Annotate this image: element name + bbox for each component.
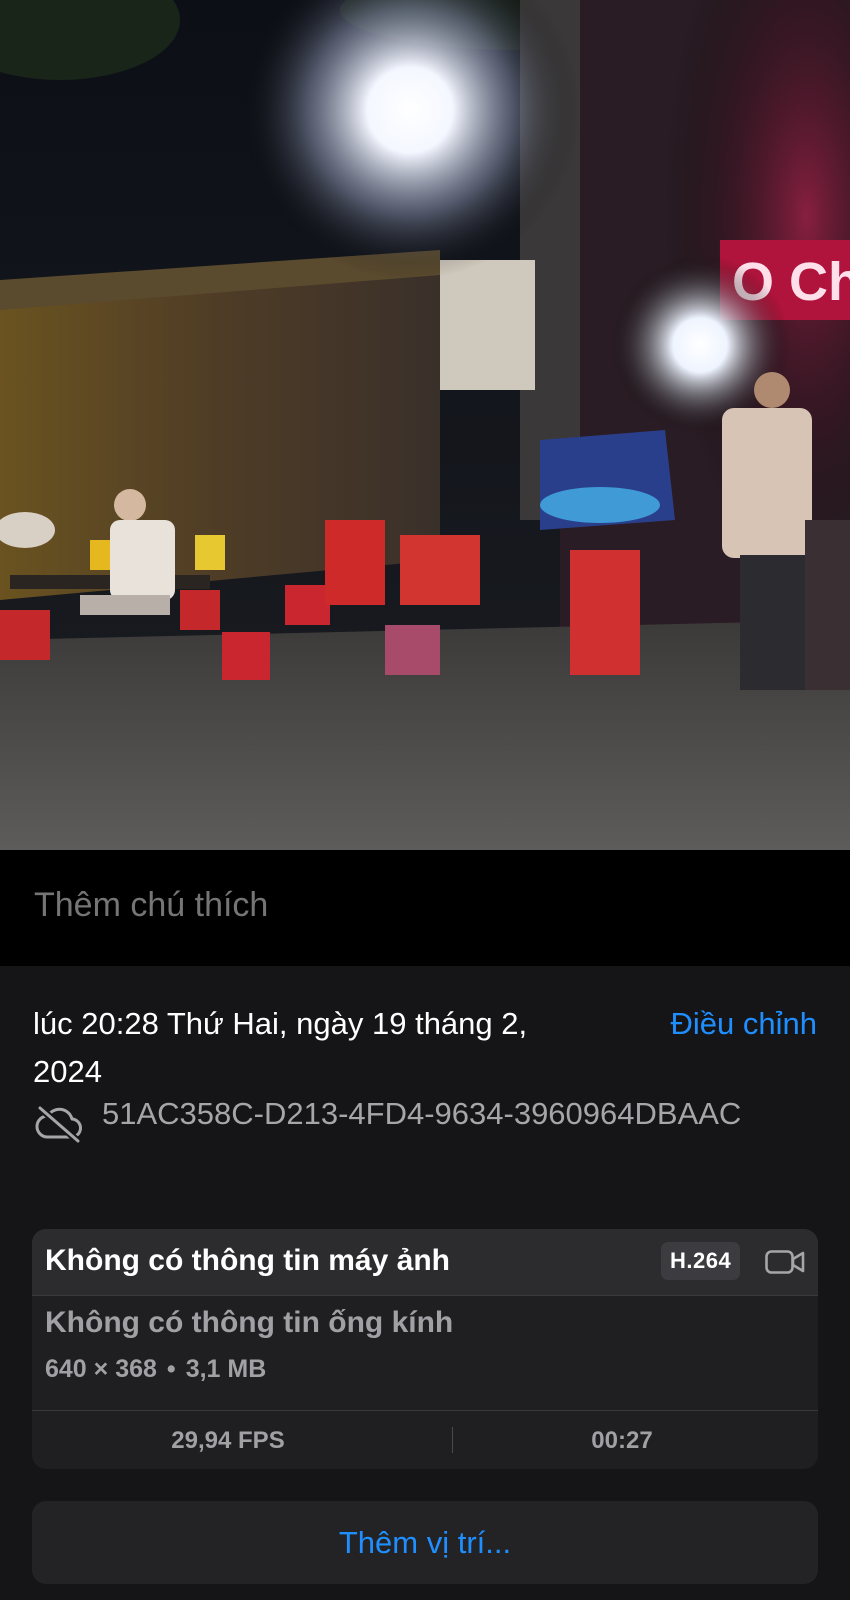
camera-info-card: Không có thông tin máy ảnh H.264 Không c… — [32, 1229, 818, 1469]
camera-info-header: Không có thông tin máy ảnh H.264 — [32, 1229, 818, 1296]
file-size: 3,1 MB — [185, 1355, 267, 1383]
frame-rate: 29,94 FPS — [171, 1427, 285, 1454]
video-camera-icon — [765, 1250, 805, 1274]
video-preview[interactable]: O Chi — [0, 0, 850, 850]
add-location-button[interactable]: Thêm vị trí... — [32, 1501, 818, 1584]
separator-dot: • — [166, 1355, 176, 1383]
camera-title: Không có thông tin máy ảnh — [45, 1244, 450, 1277]
duration: 00:27 — [591, 1427, 653, 1454]
codec-badge: H.264 — [661, 1242, 741, 1280]
cloud-slash-icon — [35, 1105, 82, 1144]
photo-info-screen: O Chi — [0, 0, 850, 1600]
night-street-scene-image: O Chi — [0, 0, 850, 850]
resolution: 640 × 368 — [45, 1355, 157, 1383]
capture-date: lúc 20:28 Thứ Hai, ngày 19 tháng 2, 2024 — [33, 1006, 528, 1089]
caption-area — [0, 850, 850, 966]
video-specs: 640 × 368 • 3,1 MB — [45, 1355, 266, 1384]
file-identifier: 51AC358C-D213-4FD4-9634-3960964DBAAC — [102, 1096, 742, 1131]
lens-info: Không có thông tin ống kính — [45, 1306, 454, 1339]
camera-info-footer: 29,94 FPS 00:27 — [32, 1410, 818, 1469]
adjust-button[interactable]: Điều chỉnh — [671, 1000, 817, 1048]
caption-input[interactable] — [34, 886, 814, 925]
